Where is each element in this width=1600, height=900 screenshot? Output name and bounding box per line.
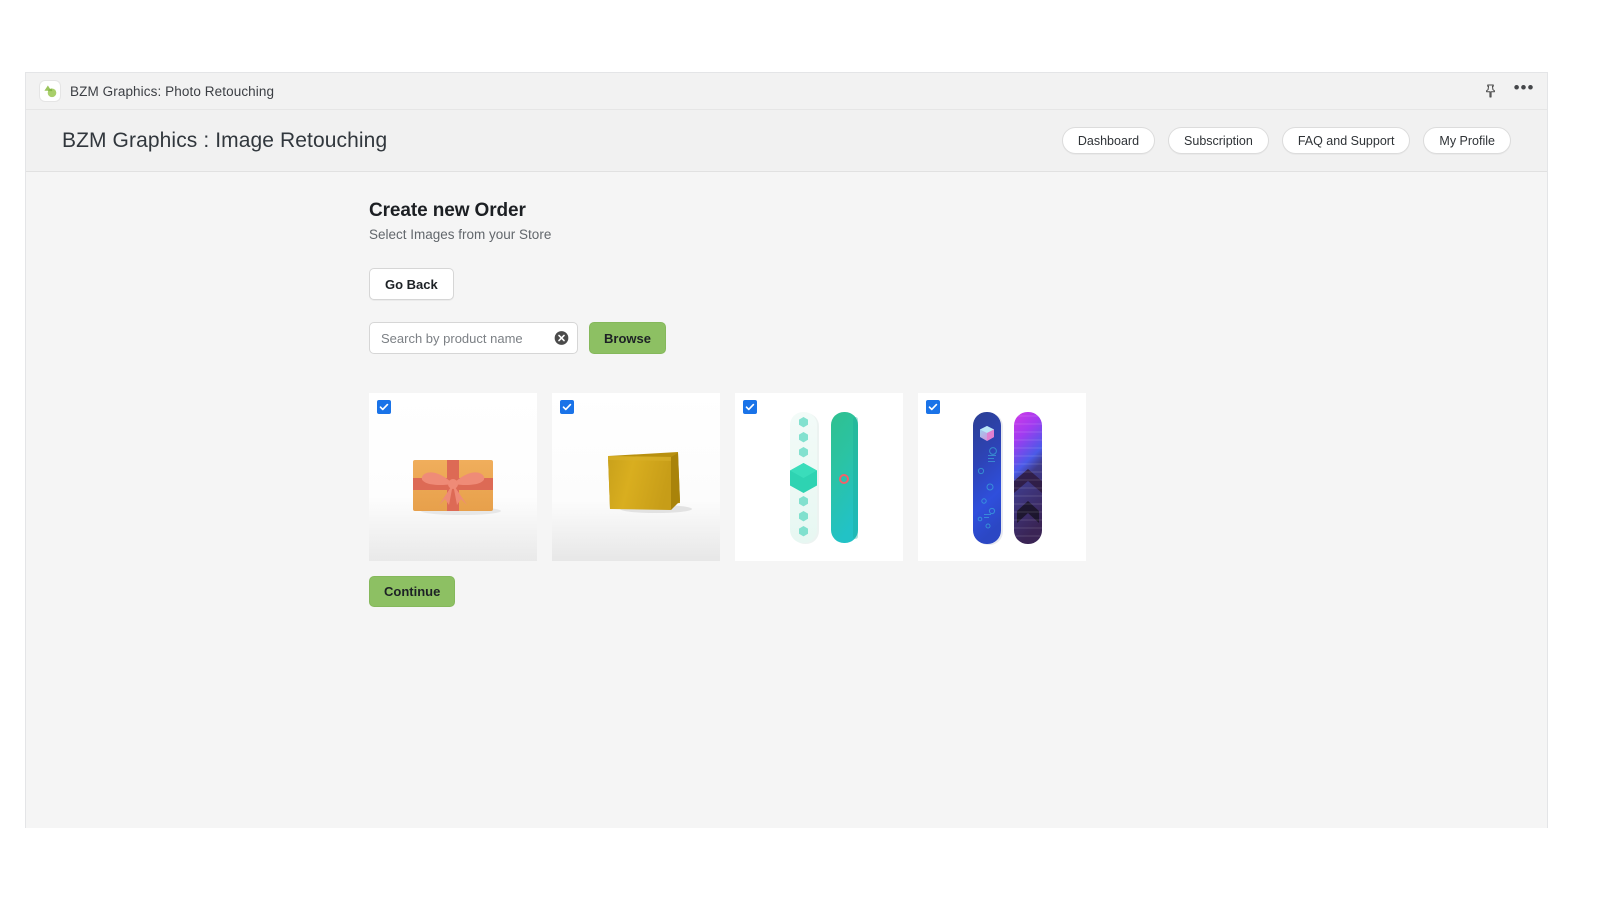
product-card-snowboard-teal[interactable] (735, 393, 903, 561)
page-title: BZM Graphics : Image Retouching (62, 128, 388, 152)
more-options-icon[interactable]: ••• (1514, 79, 1534, 100)
product-image-snowboard-purple (918, 393, 1086, 561)
product-checkbox[interactable] (560, 400, 574, 414)
product-card-soap-bar[interactable] (552, 393, 720, 561)
product-card-gift-card[interactable] (369, 393, 537, 561)
product-checkbox[interactable] (743, 400, 757, 414)
app-header: BZM Graphics : Image Retouching Dashboar… (26, 110, 1547, 172)
clear-circle-icon[interactable] (554, 331, 569, 346)
search-field-wrapper (369, 322, 578, 354)
nav-my-profile-button[interactable]: My Profile (1423, 127, 1511, 154)
create-order-heading: Create new Order (369, 200, 526, 221)
product-image-snowboard-teal (735, 393, 903, 561)
embed-chrome-bar: BZM Graphics: Photo Retouching ••• (26, 73, 1547, 110)
product-checkbox[interactable] (926, 400, 940, 414)
product-grid (369, 393, 1547, 561)
main-content: Create new Order Select Images from your… (26, 172, 1547, 827)
product-card-snowboard-purple[interactable] (918, 393, 1086, 561)
create-order-subheading: Select Images from your Store (369, 227, 552, 242)
nav-subscription-button[interactable]: Subscription (1168, 127, 1269, 154)
pin-icon[interactable] (1481, 82, 1499, 100)
leaf-logo-icon (40, 81, 60, 101)
product-checkbox[interactable] (377, 400, 391, 414)
embed-app-title: BZM Graphics: Photo Retouching (70, 83, 275, 99)
embedded-app-frame: BZM Graphics: Photo Retouching ••• BZM G… (25, 72, 1548, 828)
search-input[interactable] (369, 322, 578, 354)
search-row: Browse (369, 322, 1547, 354)
go-back-button[interactable]: Go Back (369, 268, 454, 300)
product-image-soap-bar (552, 393, 720, 561)
continue-row: Continue (369, 576, 1547, 607)
content-column: Create new Order Select Images from your… (369, 200, 1547, 607)
embed-chrome-actions: ••• (1481, 79, 1534, 100)
continue-button[interactable]: Continue (369, 576, 456, 607)
nav-faq-support-button[interactable]: FAQ and Support (1281, 127, 1411, 154)
product-image-gift-card (369, 393, 537, 561)
header-nav: Dashboard Subscription FAQ and Support M… (1061, 127, 1511, 154)
browse-button[interactable]: Browse (589, 322, 666, 354)
nav-dashboard-button[interactable]: Dashboard (1061, 127, 1156, 154)
